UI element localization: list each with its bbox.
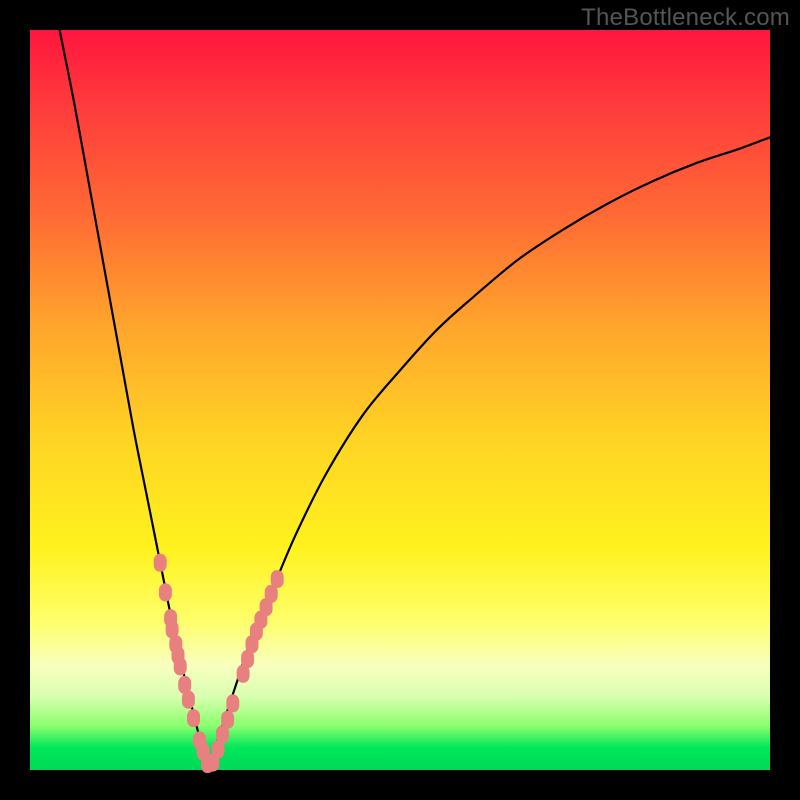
beads-group [154, 554, 284, 773]
bead-point [182, 691, 195, 709]
chart-overlay [30, 30, 770, 770]
watermark-text: TheBottleneck.com [581, 4, 790, 32]
bead-point [271, 570, 284, 588]
bead-point [154, 554, 167, 572]
bead-point [187, 709, 200, 727]
bead-point [221, 711, 234, 729]
bead-point [159, 583, 172, 601]
bead-point [174, 657, 187, 675]
bead-point [226, 694, 239, 712]
outer-frame: TheBottleneck.com [0, 0, 800, 800]
plot-area [30, 30, 770, 770]
curve-right-branch [208, 137, 770, 770]
curve-left-branch [60, 30, 208, 770]
